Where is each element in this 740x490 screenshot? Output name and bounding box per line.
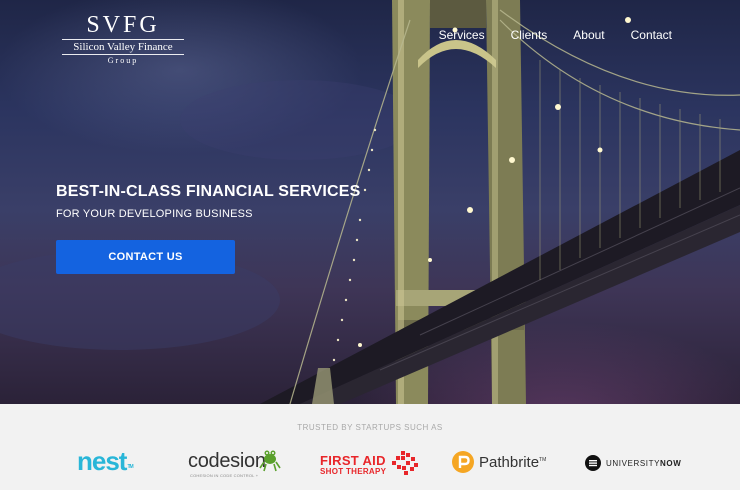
codesion-logo-text: codesion [188,450,266,472]
nav-link-about[interactable]: About [573,28,604,42]
universitynow-icon [585,455,601,471]
svfg-logo[interactable]: SVFG Silicon Valley Finance Group [62,12,184,65]
first-aid-logo[interactable]: FIRST AID SHOT THERAPY [320,451,418,476]
pixel-cross-icon [392,451,418,475]
nav-link-contact[interactable]: Contact [631,28,672,42]
trusted-by-title: TRUSTED BY STARTUPS SUCH AS [297,423,443,432]
logo-sub: Group [107,56,139,65]
frog-icon [259,450,281,472]
nav-link-clients[interactable]: Clients [511,28,548,42]
first-aid-line1: FIRST AID [320,453,386,468]
pathbrite-logo-text: PathbriteTM [479,453,547,471]
hero-headline: BEST-IN-CLASS FINANCIAL SERVICES [56,183,361,200]
universitynow-logo[interactable]: UNIVERSITYNOW [585,455,681,471]
logo-divider [62,54,184,55]
nest-logo-text: nest [77,446,127,476]
nest-logo[interactable]: nest TM [77,446,134,477]
pathbrite-icon [452,451,474,473]
main-nav: Services Clients About Contact [439,28,740,42]
logo-divider [62,39,184,40]
hero-section: SVFG Silicon Valley Finance Group Servic… [0,0,740,404]
hero-subhead: FOR YOUR DEVELOPING BUSINESS [56,208,253,220]
logo-name: Silicon Valley Finance [73,41,173,53]
first-aid-line2: SHOT THERAPY [320,467,387,476]
codesion-tagline: COHESION IN CODE CONTROL + [190,473,259,478]
nest-trademark: TM [127,464,133,470]
contact-us-button[interactable]: CONTACT US [56,240,235,274]
pathbrite-logo[interactable]: PathbriteTM [452,451,546,473]
logo-mark: SVFG [86,12,160,38]
codesion-logo[interactable]: codesion COHESION IN CODE CONTROL + [188,446,288,480]
universitynow-logo-text: UNIVERSITYNOW [606,458,682,468]
nav-link-services[interactable]: Services [439,28,485,42]
